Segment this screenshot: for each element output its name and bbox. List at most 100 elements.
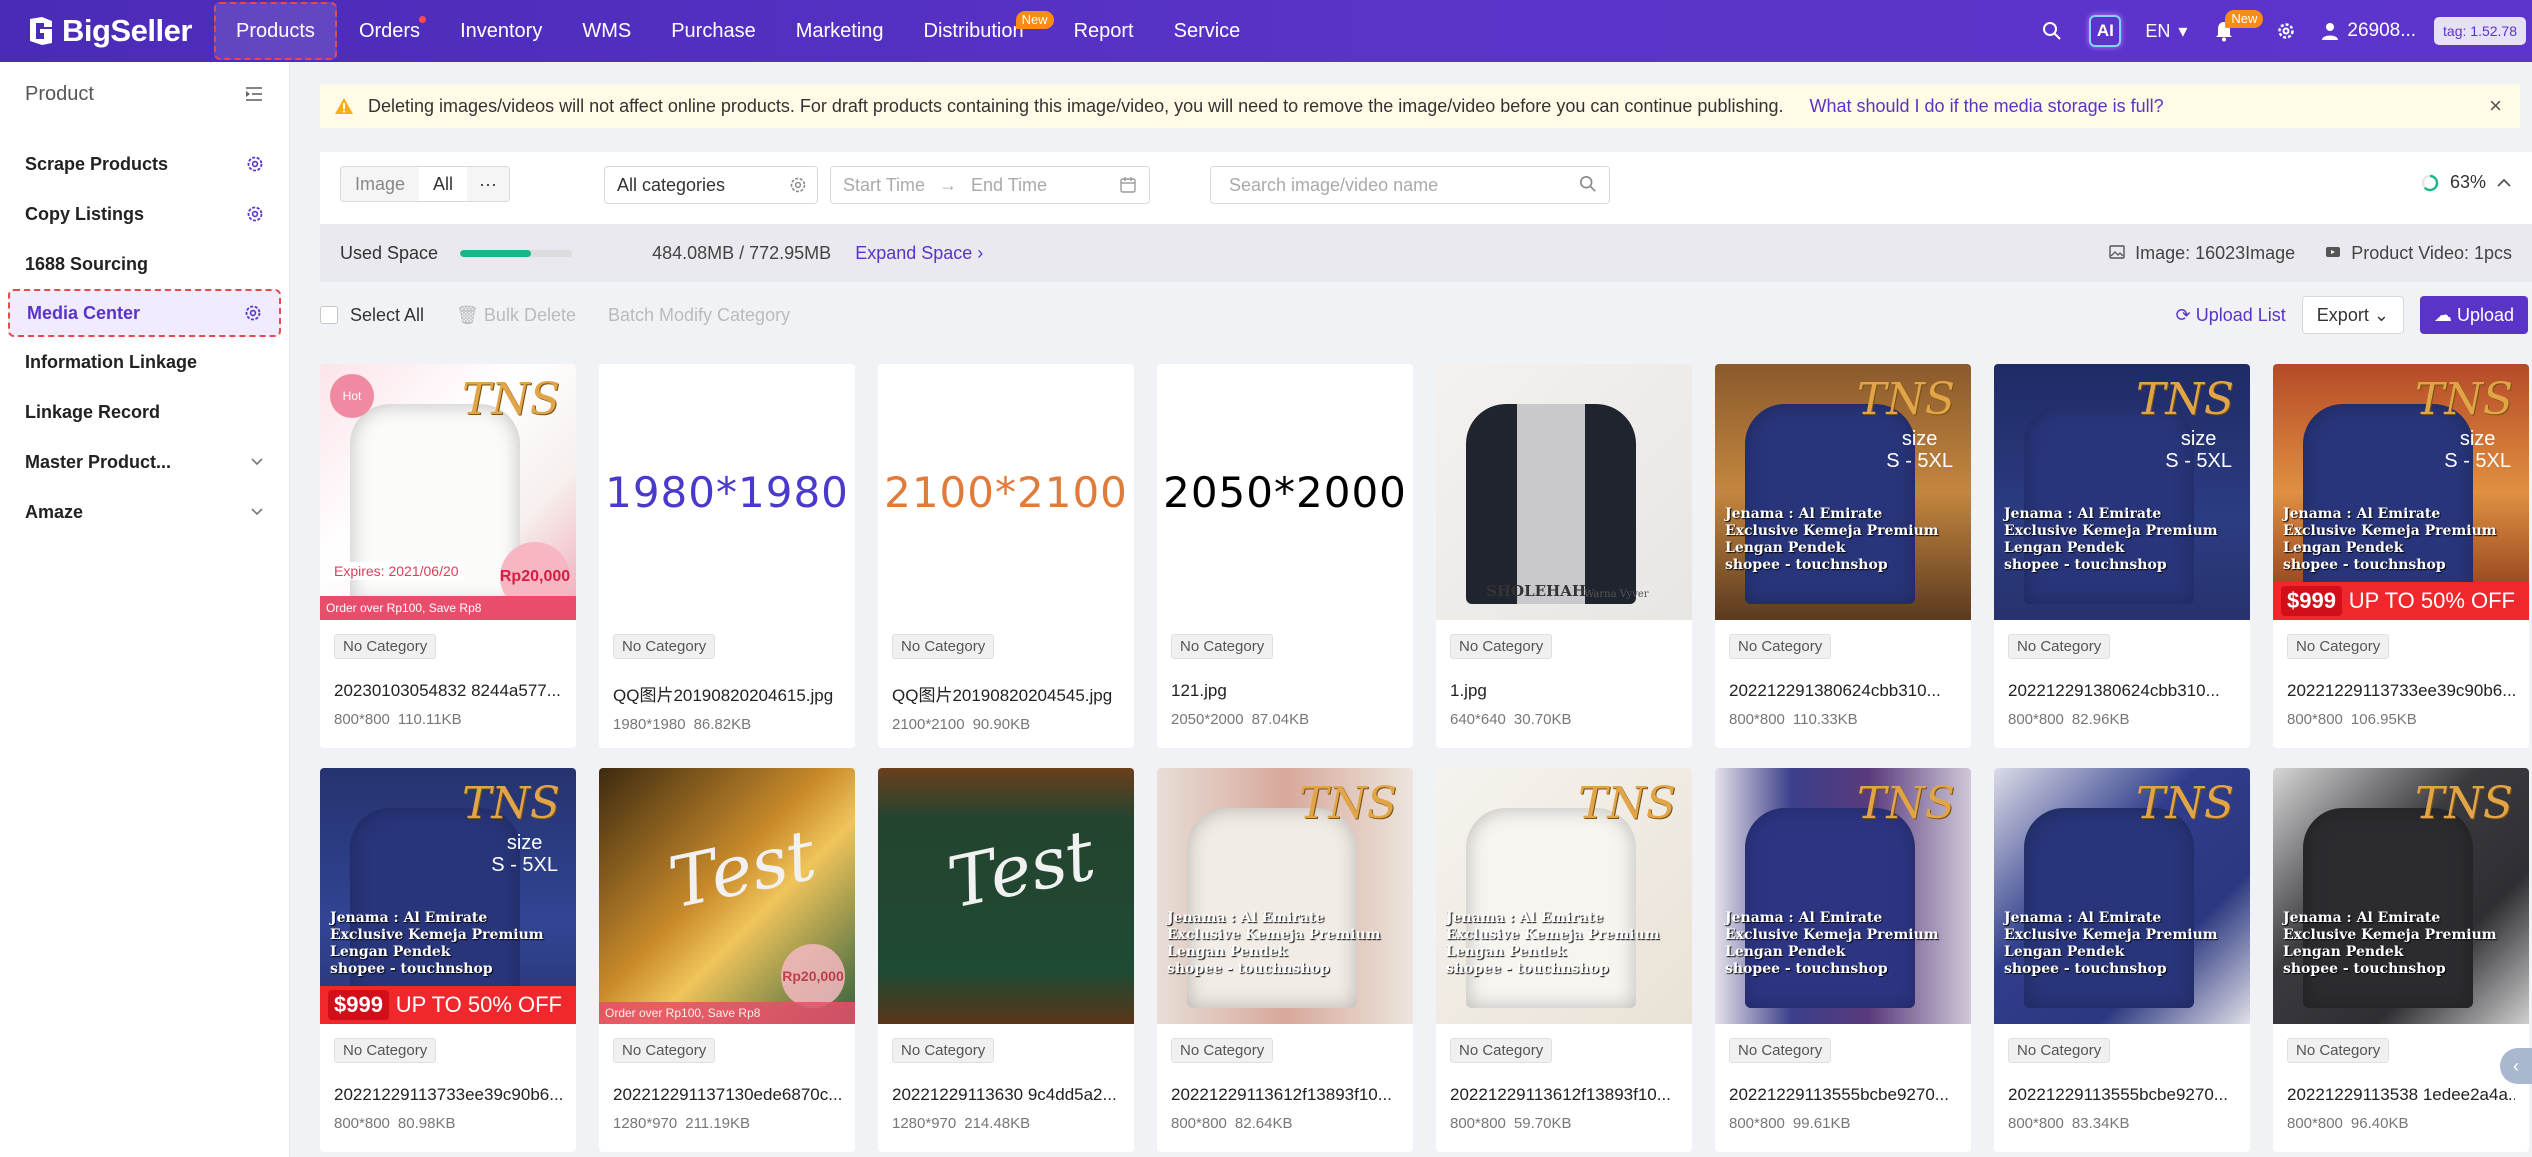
collapse-menu-icon[interactable] — [244, 86, 264, 102]
media-card[interactable]: TNS Jenama : Al Emirate Exclusive Kemeja P… — [1436, 768, 1692, 1152]
sidebar-item-information-linkage[interactable]: Information Linkage — [0, 337, 289, 387]
toolbar-actions: ⟳ Upload List Export ⌄ ☁ Upload — [2176, 296, 2532, 334]
media-thumbnail[interactable]: TNS size S - 5XL Jenama : Al Emirate Exclusi… — [2273, 364, 2529, 620]
search-input[interactable]: Search image/video name — [1210, 166, 1610, 204]
media-card[interactable]: TNS Jenama : Al Emirate Exclusive Kemeja P… — [1715, 768, 1971, 1152]
start-time-field[interactable]: Start Time — [843, 175, 925, 196]
export-button[interactable]: Export ⌄ — [2301, 296, 2404, 334]
bulk-delete-button[interactable]: 🗑 Bulk Delete — [456, 305, 576, 326]
media-meta: No Category 20221229113555bcbe9270... 800*… — [1715, 1024, 1971, 1132]
sidebar-item-master-product[interactable]: Master Product... — [0, 437, 289, 487]
media-thumbnail[interactable]: Test Rp20,000 Order over Rp100, Save Rp8 — [599, 768, 855, 1024]
media-card[interactable]: TNS size S - 5XL Jenama : Al Emirate Exclusi… — [1994, 364, 2250, 748]
image-dimensions: 640*640 — [1450, 711, 1506, 728]
media-card[interactable]: TNS Jenama : Al Emirate Exclusive Kemeja P… — [1157, 768, 1413, 1152]
side-panel-toggle[interactable]: ‹ — [2500, 1048, 2532, 1084]
media-thumbnail[interactable]: 2050*2000 — [1157, 364, 1413, 620]
settings-icon[interactable] — [246, 155, 264, 173]
media-card[interactable]: TNS size S - 5XL Jenama : Al Emirate Exclusi… — [1715, 364, 1971, 748]
media-card[interactable]: 1980*1980 No Category QQ图片20190820204615.j… — [599, 364, 855, 748]
size-label: size S - 5XL — [491, 832, 558, 876]
search-icon[interactable] — [1579, 175, 1597, 193]
nav-marketing[interactable]: Marketing — [776, 0, 904, 62]
tab-image[interactable]: Image — [341, 167, 420, 201]
nav-inventory[interactable]: Inventory — [440, 0, 562, 62]
media-thumbnail[interactable]: TNS size S - 5XL Jenama : Al Emirate Exclusi… — [1715, 364, 1971, 620]
ai-label: AI — [2096, 21, 2114, 40]
select-all-label[interactable]: Select All — [350, 305, 424, 326]
upload-list-button[interactable]: ⟳ Upload List — [2176, 305, 2286, 326]
file-size: 80.98KB — [397, 1115, 456, 1132]
gear-icon[interactable] — [2273, 18, 2299, 44]
main-nav: Products Orders Inventory WMS Purchase M… — [212, 0, 1260, 62]
nav-products[interactable]: Products — [214, 2, 337, 60]
media-card[interactable]: TNS size S - 5XL Jenama : Al Emirate Exclusi… — [320, 768, 576, 1152]
logo[interactable]: BigSeller — [26, 13, 212, 49]
sidebar-item-media-center[interactable]: Media Center — [8, 289, 281, 337]
ai-assistant-button[interactable]: AI — [2089, 15, 2122, 47]
media-meta: No Category 121.jpg 2050*2000 87.04KB — [1157, 620, 1413, 728]
shirt-image — [1466, 808, 1636, 1008]
media-storage-help-link[interactable]: What should I do if the media storage is… — [1809, 96, 2163, 117]
media-thumbnail[interactable]: TNS size S - 5XL Jenama : Al Emirate Exclusi… — [320, 768, 576, 1024]
sidebar-item-linkage-record[interactable]: Linkage Record — [0, 387, 289, 437]
media-meta: No Category 20221229113733ee39c90b6... 800… — [320, 1024, 576, 1132]
media-card[interactable]: Test Rp20,000 Order over Rp100, Save Rp8 No… — [599, 768, 855, 1152]
image-count-text: Image: 16023Image — [2135, 242, 2296, 263]
media-thumbnail[interactable]: 2100*2100 — [878, 364, 1134, 620]
nav-wms[interactable]: WMS — [562, 0, 651, 62]
sidebar-item-amaze[interactable]: Amaze — [0, 487, 289, 537]
media-thumbnail[interactable]: TNS Jenama : Al Emirate Exclusive Kemeja P… — [1157, 768, 1413, 1024]
media-card[interactable]: TNS size S - 5XL Jenama : Al Emirate Exclusi… — [2273, 364, 2529, 748]
expand-space-link[interactable]: Expand Space › — [855, 243, 983, 264]
media-card[interactable]: 2050*2000 No Category 121.jpg 2050*2000 87.0… — [1157, 364, 1413, 748]
file-name: 20221229113733ee39c90b6... — [2287, 681, 2515, 700]
media-thumbnail[interactable]: TNS Hot Expires: 2021/06/20 Rp20,000 Order o… — [320, 364, 576, 620]
media-thumbnail[interactable]: TNS Jenama : Al Emirate Exclusive Kemeja P… — [1436, 768, 1692, 1024]
sidebar-item-copy-listings[interactable]: Copy Listings — [0, 189, 289, 239]
upload-button[interactable]: ☁ Upload — [2419, 296, 2528, 334]
settings-icon[interactable] — [244, 304, 262, 322]
file-size: 59.70KB — [1513, 1115, 1572, 1132]
media-thumbnail[interactable]: TNS Jenama : Al Emirate Exclusive Kemeja P… — [1715, 768, 1971, 1024]
media-card[interactable]: TNS Hot Expires: 2021/06/20 Rp20,000 Order o… — [320, 364, 576, 748]
media-thumbnail[interactable]: TNS Jenama : Al Emirate Exclusive Kemeja P… — [1994, 768, 2250, 1024]
nav-report[interactable]: Report — [1054, 0, 1154, 62]
nav-distribution[interactable]: Distribution New — [904, 0, 1054, 62]
date-range-picker[interactable]: Start Time → End Time — [830, 166, 1150, 204]
notice-banner: Deleting images/videos will not affect o… — [320, 84, 2520, 128]
nav-purchase[interactable]: Purchase — [651, 0, 776, 62]
media-card[interactable]: TNS Jenama : Al Emirate Exclusive Kemeja P… — [2273, 768, 2529, 1152]
warning-icon — [335, 98, 353, 114]
search-icon[interactable] — [2039, 18, 2065, 44]
media-card[interactable]: TNS Jenama : Al Emirate Exclusive Kemeja P… — [1994, 768, 2250, 1152]
media-thumbnail[interactable]: TNS size S - 5XL Jenama : Al Emirate Exclusi… — [1994, 364, 2250, 620]
close-icon[interactable]: × — [2489, 93, 2502, 119]
storage-usage-bar: Used Space 484.08MB / 772.95MB Expand Sp… — [320, 224, 2532, 282]
chevron-up-icon[interactable] — [2496, 177, 2512, 189]
media-thumbnail[interactable]: TNS Jenama : Al Emirate Exclusive Kemeja P… — [2273, 768, 2529, 1024]
category-tag: No Category — [2008, 634, 2111, 659]
more-options-icon[interactable]: ··· — [467, 167, 510, 201]
nav-orders[interactable]: Orders — [339, 0, 440, 62]
media-card[interactable]: 2100*2100 No Category QQ图片20190820204545.j… — [878, 364, 1134, 748]
select-all-checkbox[interactable] — [320, 306, 338, 324]
media-card[interactable]: SHOLEHAH Warna Vyver No Category 1.jpg 640*6… — [1436, 364, 1692, 748]
bell-icon[interactable]: New — [2211, 10, 2264, 44]
sidebar-item-label: Copy Listings — [25, 203, 145, 224]
media-thumbnail[interactable]: Test — [878, 768, 1134, 1024]
batch-modify-category-button[interactable]: Batch Modify Category — [608, 305, 790, 326]
settings-icon[interactable] — [246, 205, 264, 223]
end-time-field[interactable]: End Time — [971, 175, 1047, 196]
media-thumbnail[interactable]: SHOLEHAH Warna Vyver — [1436, 364, 1692, 620]
user-menu[interactable]: 26908... — [2321, 20, 2416, 42]
tab-all[interactable]: All — [419, 167, 468, 201]
media-card[interactable]: Test No Category 20221229113630 9c4dd5a2..… — [878, 768, 1134, 1152]
nav-service[interactable]: Service — [1154, 0, 1261, 62]
sidebar-item-1688-sourcing[interactable]: 1688 Sourcing — [0, 239, 289, 289]
category-select[interactable]: All categories — [604, 166, 818, 204]
settings-icon[interactable] — [789, 176, 807, 194]
media-thumbnail[interactable]: 1980*1980 — [599, 364, 855, 620]
language-selector[interactable]: EN ▾ — [2145, 21, 2187, 42]
sidebar-item-scrape-products[interactable]: Scrape Products — [0, 139, 289, 189]
